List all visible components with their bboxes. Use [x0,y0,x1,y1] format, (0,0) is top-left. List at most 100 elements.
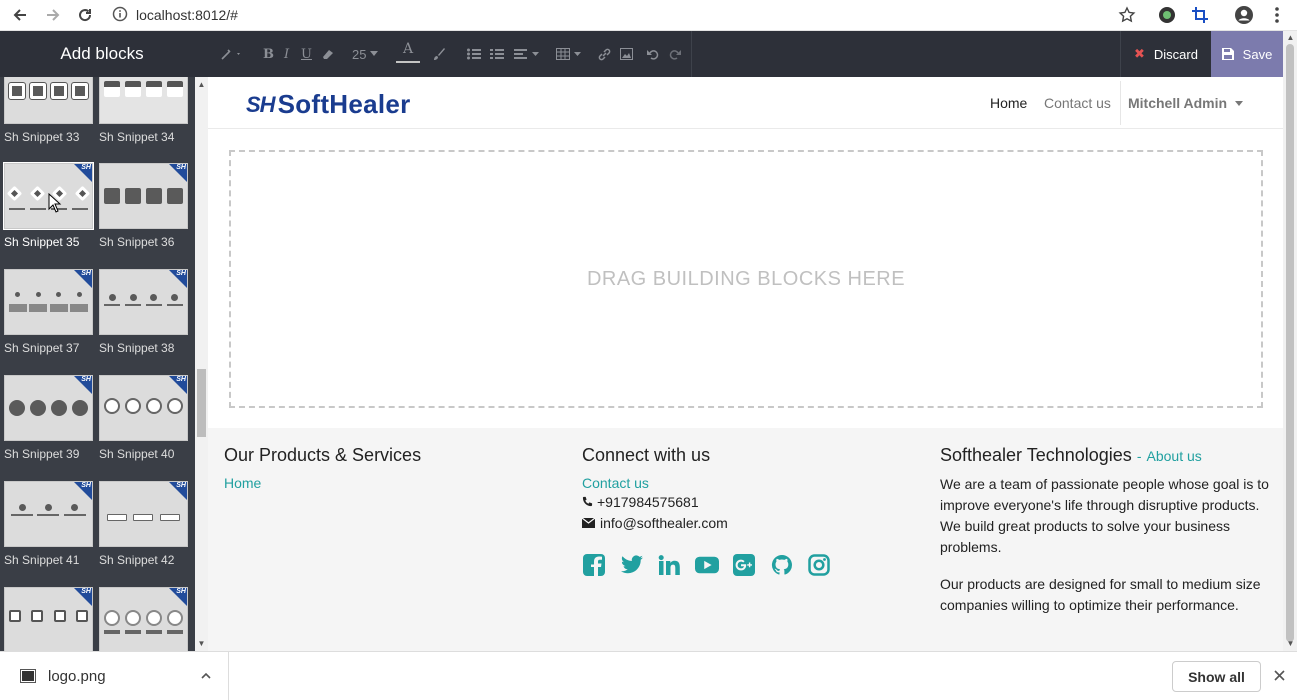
snippet-thumbnail[interactable]: SH [4,481,93,547]
snippet-label: Sh Snippet 35 [4,235,80,249]
snippet-41[interactable]: SH Sh Snippet 41 [4,481,96,567]
facebook-icon[interactable] [582,553,606,577]
nav-divider [1120,81,1121,125]
link-icon[interactable] [598,43,611,65]
text-color-icon[interactable]: A [396,41,420,63]
magic-wand-icon[interactable] [220,43,242,65]
eraser-icon[interactable] [321,43,335,65]
scroll-down-icon[interactable]: ▼ [197,639,206,648]
paint-brush-icon[interactable] [432,43,446,65]
info-icon[interactable] [112,6,128,25]
snippet-36[interactable]: SH Sh Snippet 36 [99,163,191,249]
user-name: Mitchell Admin [1128,95,1228,111]
snippet-label: Sh Snippet 37 [4,341,80,355]
toolbar-divider [691,31,692,77]
redo-icon[interactable] [668,43,681,65]
snippet-thumbnail[interactable]: SH [99,481,188,547]
twitter-icon[interactable] [620,553,644,577]
connect-title: Connect with us [582,445,711,465]
snippet-44[interactable]: SH [99,587,191,651]
site-logo[interactable]: SH SoftHealer [246,89,411,120]
sh-badge: SH [176,376,186,383]
url-text[interactable]: localhost:8012/# [136,7,238,23]
about-paragraph-1: We are a team of passionate people whose… [940,476,1269,555]
snippet-thumbnail[interactable]: SH [99,587,188,651]
discard-button[interactable]: ✖ Discard [1120,31,1211,77]
snippet-thumbnail[interactable]: SH [99,375,188,441]
footer-contact-link[interactable]: Contact us [582,475,902,491]
forward-arrow-icon[interactable] [41,3,65,27]
snippet-thumbnail[interactable]: SH [4,269,93,335]
download-item[interactable]: logo.png [0,652,229,700]
bold-icon[interactable]: B [263,43,274,65]
snippet-33[interactable]: Sh Snippet 33 [4,77,96,144]
about-paragraph-2: Our products are designed for small to m… [940,576,1261,613]
snippet-42[interactable]: SH Sh Snippet 42 [99,481,191,567]
star-icon[interactable] [1115,3,1139,27]
instagram-icon[interactable] [807,553,831,577]
underline-icon[interactable]: U [301,43,312,65]
snippet-34[interactable]: Sh Snippet 34 [99,77,191,144]
font-size-value: 25 [352,46,367,62]
font-size-dropdown[interactable]: 25 [352,43,379,65]
footer-home-link[interactable]: Home [224,475,544,491]
snippet-thumbnail[interactable]: SH [4,375,93,441]
show-all-button[interactable]: Show all [1172,661,1261,692]
footer-products-column: Our Products & Services Home [224,445,544,491]
snippet-list[interactable]: Sh Snippet 33 Sh Snippet 34 SH Sh Snippe… [0,77,195,651]
address-bar[interactable]: localhost:8012/# [112,2,238,28]
snippet-label: Sh Snippet 38 [99,341,175,355]
mouse-cursor-icon [48,193,62,213]
snippet-label: Sh Snippet 34 [99,130,175,144]
italic-icon[interactable]: I [284,43,289,65]
save-button[interactable]: Save [1211,31,1283,77]
bullet-list-icon[interactable] [467,43,481,65]
snippet-thumbnail[interactable]: SH [99,163,188,229]
align-dropdown-icon[interactable] [514,43,540,65]
snippet-37[interactable]: SH Sh Snippet 37 [4,269,96,355]
drop-zone[interactable]: DRAG BUILDING BLOCKS HERE [229,150,1263,408]
user-menu[interactable]: Mitchell Admin [1128,95,1243,111]
close-icon[interactable] [1274,670,1285,681]
snippet-43[interactable]: SH [4,587,96,651]
back-arrow-icon[interactable] [8,3,32,27]
github-icon[interactable] [770,553,794,577]
linkedin-icon[interactable] [657,553,681,577]
nav-contact-us[interactable]: Contact us [1044,95,1111,111]
youtube-icon[interactable] [694,553,719,577]
snippet-thumbnail[interactable]: SH [4,587,93,651]
footer-connect-column: Connect with us Contact us +917984575681… [582,445,902,577]
discard-label: Discard [1153,46,1198,62]
about-us-link[interactable]: About us [1147,448,1202,464]
table-dropdown-icon[interactable] [556,43,582,65]
nav-home[interactable]: Home [990,95,1027,111]
image-icon[interactable] [620,43,633,65]
chevron-up-icon[interactable] [201,672,211,679]
scroll-up-icon[interactable]: ▲ [197,80,206,89]
scroll-thumb[interactable] [197,369,206,437]
about-separator: - [1136,448,1142,464]
crop-icon[interactable] [1188,3,1212,27]
logo-mark: SH [246,91,276,117]
scroll-up-icon[interactable]: ▲ [1286,33,1295,42]
panel-scrollbar[interactable]: ▲ ▼ [195,77,208,651]
snippet-thumbnail[interactable] [4,77,93,124]
numbered-list-icon[interactable] [490,43,504,65]
extension-icon[interactable] [1155,3,1179,27]
page-scrollbar[interactable]: ▲ ▼ [1283,31,1297,651]
sh-badge: SH [176,588,186,595]
snippet-38[interactable]: SH Sh Snippet 38 [99,269,191,355]
reload-icon[interactable] [73,3,97,27]
sh-badge: SH [81,588,91,595]
google-plus-icon[interactable] [732,553,756,577]
snippet-39[interactable]: SH Sh Snippet 39 [4,375,96,461]
snippet-40[interactable]: SH Sh Snippet 40 [99,375,191,461]
menu-icon[interactable] [1265,3,1289,27]
snippet-thumbnail[interactable]: SH [99,269,188,335]
account-icon[interactable] [1232,3,1256,27]
page-scroll-thumb[interactable] [1286,44,1294,642]
panel-title: Add blocks [60,44,144,63]
undo-icon[interactable] [647,43,660,65]
snippet-thumbnail[interactable] [99,77,188,124]
scroll-down-icon[interactable]: ▼ [1286,639,1295,648]
